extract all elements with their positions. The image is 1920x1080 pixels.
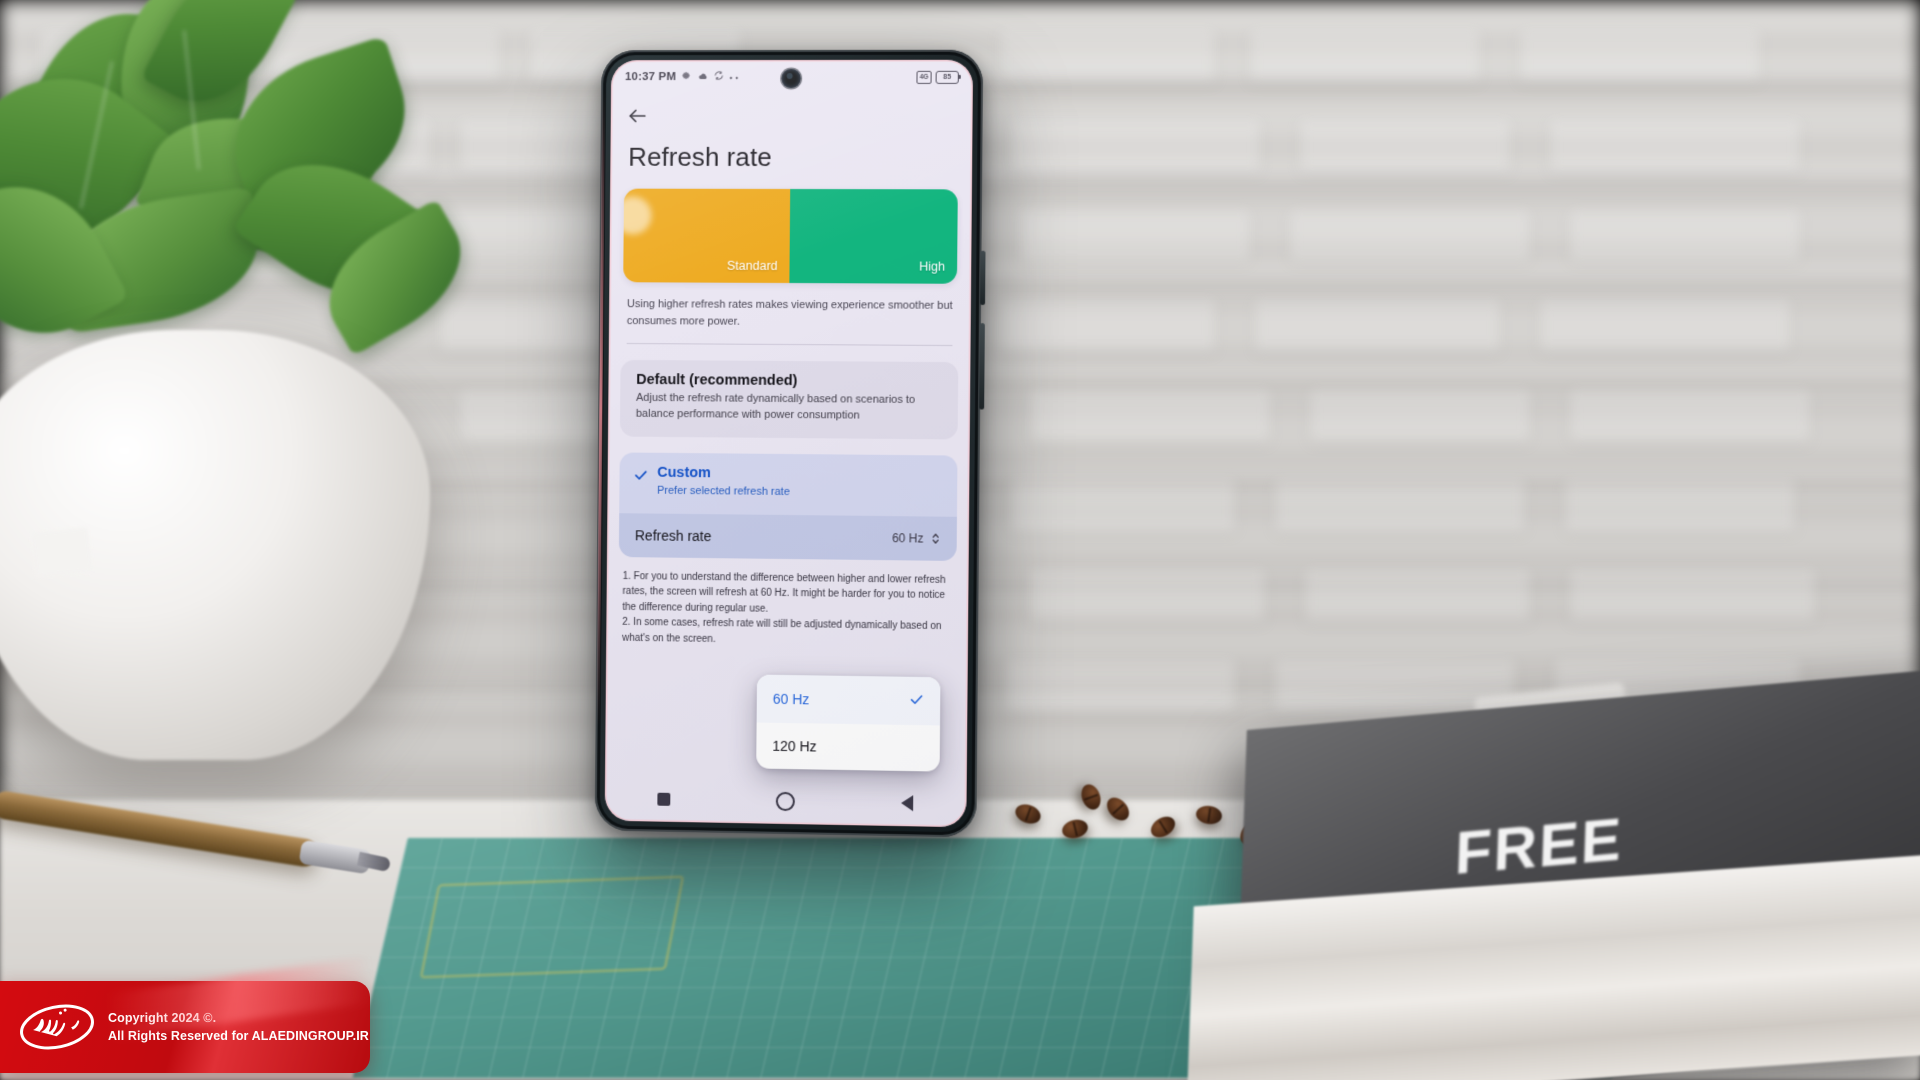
banner-standard[interactable]: Standard <box>623 188 791 284</box>
option-default[interactable]: Default (recommended) Adjust the refresh… <box>619 359 959 440</box>
pot-label <box>31 527 93 577</box>
dropdown-item-120hz[interactable]: 120 Hz <box>756 723 940 772</box>
sim-network-icon: 4G <box>916 70 932 84</box>
dots-icon <box>730 71 740 83</box>
option-default-description: Adjust the refresh rate dynamically base… <box>635 391 916 422</box>
battery-level: 85 <box>943 73 952 81</box>
stepper-updown-icon[interactable] <box>931 531 941 545</box>
watermark-line1: Copyright 2024 ©. <box>108 1010 217 1025</box>
status-bar-left: 10:37 PM <box>625 70 740 84</box>
cloud-icon <box>697 71 709 84</box>
status-bar-right: 4G 85 <box>916 70 959 84</box>
option-custom-title: Custom <box>657 464 711 482</box>
banner-ripple <box>623 196 652 235</box>
watermark-line2: All Rights Reserved for ALAEDINGROUP.IR <box>108 1029 369 1043</box>
dropdown-item-60hz[interactable]: 60 Hz <box>756 674 941 726</box>
notes-text: 1. For you to understand the difference … <box>622 570 946 645</box>
option-custom[interactable]: Custom Prefer selected refresh rate <box>619 452 958 517</box>
gear-icon <box>681 70 692 84</box>
option-default-title: Default (recommended) <box>636 371 798 390</box>
alaedin-logo <box>18 999 96 1055</box>
option-custom-description: Prefer selected refresh rate <box>657 484 790 498</box>
banner-high-label: High <box>919 259 946 274</box>
refresh-rate-row-value: 60 Hz <box>891 530 924 546</box>
watermark-banner: Copyright 2024 ©. All Rights Reserved fo… <box>0 957 372 1073</box>
refresh-rate-row-label: Refresh rate <box>634 527 712 544</box>
app-bar <box>611 94 973 138</box>
refresh-rate-row-value-group[interactable]: 60 Hz <box>892 531 941 546</box>
divider <box>626 342 953 347</box>
back-arrow-icon[interactable] <box>627 105 649 127</box>
banner-high[interactable]: High <box>789 188 958 284</box>
front-camera-cutout <box>781 68 801 88</box>
banner-standard-label: Standard <box>726 258 778 273</box>
status-bar-time: 10:37 PM <box>624 71 677 84</box>
triangle-back-icon[interactable] <box>901 795 914 812</box>
check-icon <box>909 692 924 710</box>
watermark-text: Copyright 2024 ©. All Rights Reserved fo… <box>108 1009 369 1045</box>
navigation-bar <box>605 775 967 827</box>
battery-icon: 85 <box>935 70 959 84</box>
dropdown-item-120hz-label: 120 Hz <box>772 737 817 755</box>
cutting-mat-marking <box>419 875 685 979</box>
square-icon[interactable] <box>657 792 671 806</box>
photo-scene: FREE LUNCH? Power your wallet with 10:37… <box>0 0 1920 1080</box>
dropdown-item-60hz-label: 60 Hz <box>772 690 810 708</box>
check-icon <box>633 467 648 487</box>
power-button[interactable] <box>979 250 986 306</box>
phone-screen: 10:37 PM 4G 85 Refresh rate Standard Hig… <box>604 59 974 828</box>
volume-button[interactable] <box>979 323 985 410</box>
refresh-rate-dropdown[interactable]: 60 Hz 120 Hz <box>756 674 941 772</box>
hint-text: Using higher refresh rates makes viewing… <box>626 298 953 328</box>
sync-icon <box>714 70 725 84</box>
page-title: Refresh rate <box>628 141 772 172</box>
refresh-rate-banner: Standard High <box>623 188 958 284</box>
smartphone: 10:37 PM 4G 85 Refresh rate Standard Hig… <box>594 49 986 838</box>
circle-icon[interactable] <box>775 791 795 811</box>
refresh-rate-row[interactable]: Refresh rate 60 Hz <box>618 513 957 561</box>
